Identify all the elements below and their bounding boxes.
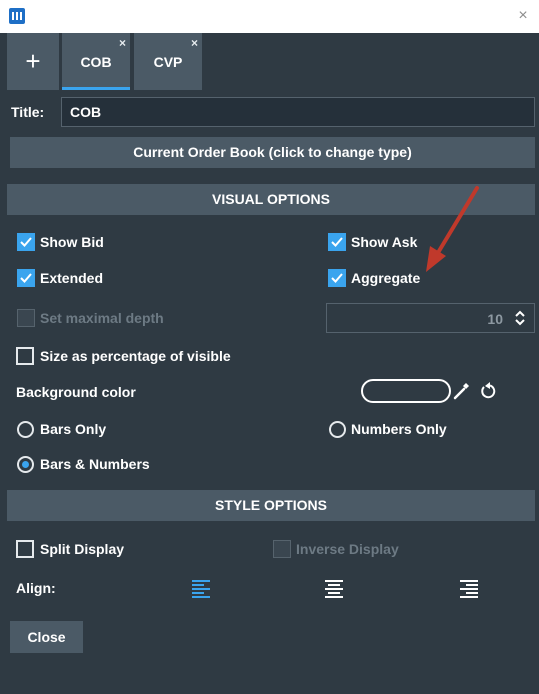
app-icon <box>9 8 25 24</box>
title-row: Title: <box>7 97 535 127</box>
active-tab-indicator <box>62 87 130 90</box>
background-color-swatch[interactable] <box>361 379 451 403</box>
show-ask-checkbox[interactable] <box>328 233 346 251</box>
bars-and-numbers-label: Bars & Numbers <box>40 456 150 472</box>
max-depth-spinner[interactable]: 10 <box>326 303 535 333</box>
align-right-icon[interactable] <box>458 580 478 598</box>
tab-close-icon[interactable]: × <box>191 37 198 49</box>
tab-strip: + COB × CVP × <box>0 33 539 90</box>
tab-cvp[interactable]: CVP × <box>134 33 202 90</box>
tab-close-icon[interactable]: × <box>119 37 126 49</box>
annotation-arrow-icon <box>426 186 479 272</box>
add-tab-button[interactable]: + <box>7 33 59 90</box>
aggregate-checkbox[interactable] <box>328 269 346 287</box>
aggregate-label: Aggregate <box>351 270 421 286</box>
tab-cob[interactable]: COB × <box>62 33 130 90</box>
extended-checkbox[interactable] <box>17 269 35 287</box>
numbers-only-radio[interactable] <box>329 421 346 438</box>
show-bid-checkbox[interactable] <box>17 233 35 251</box>
split-display-label: Split Display <box>40 541 125 557</box>
inverse-display-checkbox[interactable] <box>273 540 291 558</box>
size-percentage-label: Size as percentage of visible <box>40 348 231 364</box>
eyedropper-icon[interactable] <box>452 381 470 401</box>
bars-only-radio[interactable] <box>17 421 34 438</box>
radio-selected-dot <box>22 461 29 468</box>
title-input[interactable] <box>61 97 535 127</box>
window-close-icon[interactable]: × <box>513 6 533 26</box>
settings-window: × + COB × CVP × Title: Current Order Boo… <box>0 0 539 694</box>
numbers-only-label: Numbers Only <box>351 421 447 437</box>
set-max-depth-checkbox[interactable] <box>17 309 35 327</box>
extended-label: Extended <box>40 270 104 286</box>
tab-label: CVP <box>153 54 183 70</box>
close-button[interactable]: Close <box>10 621 83 653</box>
set-max-depth-label: Set maximal depth <box>40 310 164 326</box>
reset-icon[interactable] <box>478 381 498 401</box>
max-depth-value: 10 <box>487 311 503 327</box>
align-left-icon[interactable] <box>192 580 212 598</box>
title-bar: × <box>0 0 539 33</box>
spinner-arrows-icon[interactable] <box>515 310 525 326</box>
align-center-icon[interactable] <box>324 580 344 598</box>
change-type-button[interactable]: Current Order Book (click to change type… <box>10 137 535 168</box>
title-label: Title: <box>11 104 45 120</box>
bars-only-label: Bars Only <box>40 421 107 437</box>
style-options-header: STYLE OPTIONS <box>7 490 535 521</box>
inverse-display-label: Inverse Display <box>296 541 399 557</box>
bars-and-numbers-radio[interactable] <box>17 456 34 473</box>
show-ask-label: Show Ask <box>351 234 418 250</box>
background-color-label: Background color <box>16 384 136 400</box>
show-bid-label: Show Bid <box>40 234 104 250</box>
size-percentage-checkbox[interactable] <box>16 347 34 365</box>
split-display-checkbox[interactable] <box>16 540 34 558</box>
align-label: Align: <box>16 580 56 596</box>
tab-label: COB <box>80 54 112 70</box>
